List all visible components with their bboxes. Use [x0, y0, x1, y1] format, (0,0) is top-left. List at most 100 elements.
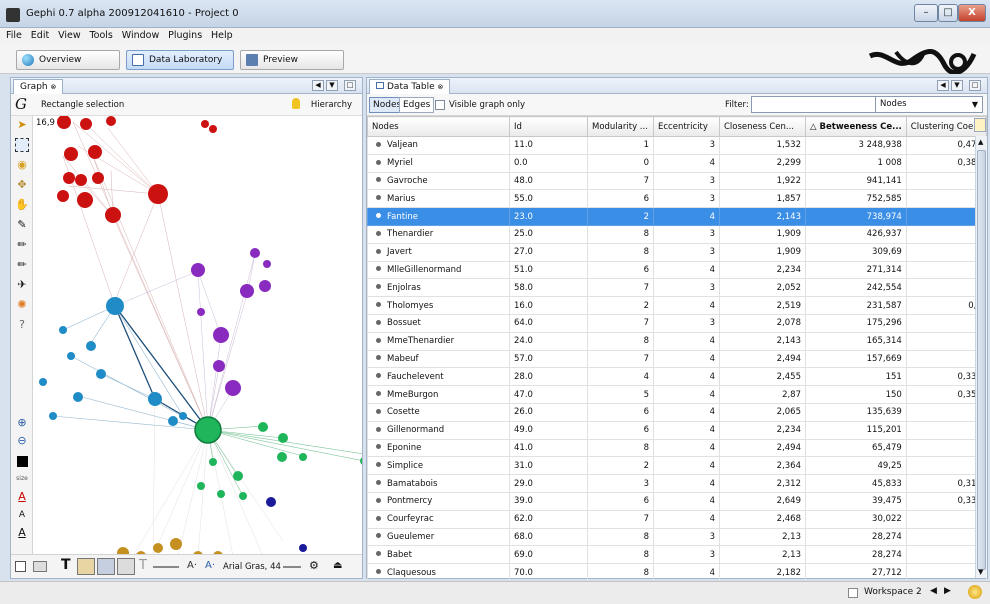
cell-eccentricity[interactable]: 4 — [653, 207, 720, 226]
cell-eccentricity[interactable]: 4 — [653, 474, 720, 493]
cell-id[interactable]: 0.0 — [509, 153, 588, 173]
cell-id[interactable]: 28.0 — [509, 367, 588, 387]
cell-node[interactable]: Babet — [367, 545, 510, 565]
column-header-id[interactable]: Id — [509, 116, 588, 137]
cell-id[interactable]: 39.0 — [509, 491, 588, 511]
cell-modularity[interactable]: 8 — [587, 224, 654, 244]
cell-closeness[interactable]: 2,143 — [719, 331, 806, 351]
cell-closeness[interactable]: 2,312 — [719, 474, 806, 493]
cell-node[interactable]: Simplice — [367, 456, 510, 476]
cell-id[interactable]: 27.0 — [509, 242, 588, 262]
cell-betweeness[interactable]: 231,587 — [805, 296, 907, 315]
cell-node[interactable]: Cosette — [367, 402, 510, 422]
table-row[interactable]: MmeBurgon 47.0 5 4 2,87 150 0,355 — [367, 385, 987, 404]
workspace-next-icon[interactable]: ▶ — [944, 586, 951, 596]
cell-eccentricity[interactable]: 4 — [653, 420, 720, 440]
preview-button[interactable]: Preview — [240, 50, 344, 70]
fullscreen-icon[interactable] — [15, 561, 26, 572]
cell-betweeness[interactable]: 426,937 — [805, 224, 907, 244]
scroll-up-icon[interactable]: ▲ — [978, 138, 983, 146]
cell-eccentricity[interactable]: 4 — [653, 385, 720, 404]
cell-node[interactable]: MmeBurgon — [367, 385, 510, 404]
cell-node[interactable]: Courfeyrac — [367, 509, 510, 529]
cell-id[interactable]: 24.0 — [509, 331, 588, 351]
table-row[interactable]: Cosette26.0642,065135,6391 — [367, 402, 987, 422]
cell-node[interactable]: Tholomyes — [367, 296, 510, 315]
cell-modularity[interactable]: 7 — [587, 313, 654, 333]
zoom-in-icon[interactable]: ⊕ — [15, 416, 29, 430]
cell-closeness[interactable]: 2,143 — [719, 207, 806, 226]
font-slider[interactable] — [283, 566, 301, 568]
cell-modularity[interactable]: 7 — [587, 171, 654, 191]
table-row[interactable]: Babet69.0832,1328,2741 — [367, 545, 987, 565]
cell-id[interactable]: 57.0 — [509, 349, 588, 369]
cell-id[interactable]: 16.0 — [509, 296, 588, 315]
cell-modularity[interactable]: 2 — [587, 207, 654, 226]
cell-closeness[interactable]: 2,052 — [719, 278, 806, 298]
cell-betweeness[interactable]: 28,274 — [805, 545, 907, 565]
screenshot-icon[interactable] — [33, 561, 47, 572]
cell-node[interactable]: Gillenormand — [367, 420, 510, 440]
heat-map-icon[interactable]: ✺ — [15, 298, 29, 312]
workspace-label[interactable]: Workspace 2 — [864, 587, 922, 597]
menu-view[interactable]: View — [58, 28, 81, 44]
cell-betweeness[interactable]: 165,314 — [805, 331, 907, 351]
cell-betweeness[interactable]: 27,712 — [805, 563, 907, 582]
cell-node[interactable]: MmeThenardier — [367, 331, 510, 351]
cell-closeness[interactable]: 1,857 — [719, 189, 806, 209]
settings-icon[interactable]: ⚙ — [309, 559, 319, 572]
cell-id[interactable]: 48.0 — [509, 171, 588, 191]
cell-eccentricity[interactable]: 3 — [653, 313, 720, 333]
cell-closeness[interactable]: 2,234 — [719, 420, 806, 440]
cell-betweeness[interactable]: 941,141 — [805, 171, 907, 191]
cell-modularity[interactable]: 2 — [587, 456, 654, 476]
text-slider[interactable] — [153, 566, 179, 568]
cell-betweeness[interactable]: 150 — [805, 385, 907, 404]
maximize-button[interactable]: □ — [938, 4, 958, 22]
cell-eccentricity[interactable]: 4 — [653, 491, 720, 511]
cell-modularity[interactable]: 6 — [587, 491, 654, 511]
edges-toggle[interactable]: Edges — [399, 97, 435, 113]
table-row[interactable]: Javert27.0831,909309,691 — [367, 242, 987, 262]
cell-eccentricity[interactable]: 3 — [653, 527, 720, 547]
hierarchy-button[interactable]: Hierarchy — [311, 100, 352, 110]
tab-data-table[interactable]: Data Table ⊗ — [369, 79, 451, 94]
cell-id[interactable]: 55.0 — [509, 189, 588, 209]
font-size-icon[interactable]: A· — [205, 560, 215, 571]
cell-id[interactable]: 23.0 — [509, 207, 588, 226]
cell-modularity[interactable]: 8 — [587, 527, 654, 547]
label-font-icon[interactable]: A — [15, 526, 29, 540]
cell-closeness[interactable]: 2,078 — [719, 313, 806, 333]
edge-toggle-icon[interactable] — [117, 558, 135, 575]
filter-column-select[interactable]: Nodes ▼ — [875, 96, 983, 113]
cell-node[interactable]: Thenardier — [367, 224, 510, 244]
notification-icon[interactable] — [968, 585, 982, 599]
font-color-icon[interactable]: A· — [187, 560, 197, 571]
lasso-icon[interactable]: ◉ — [15, 158, 29, 172]
cell-modularity[interactable]: 0 — [587, 153, 654, 173]
cell-node[interactable]: Claquesous — [367, 563, 510, 582]
cell-modularity[interactable]: 7 — [587, 278, 654, 298]
table-row[interactable]: Thenardier25.0831,909426,9371 — [367, 224, 987, 244]
background-color-icon[interactable] — [17, 456, 28, 467]
cell-betweeness[interactable]: 28,274 — [805, 527, 907, 547]
tab-maximize-icon[interactable]: □ — [344, 80, 356, 91]
cell-id[interactable]: 62.0 — [509, 509, 588, 529]
cell-betweeness[interactable]: 3 248,938 — [805, 136, 907, 155]
cell-eccentricity[interactable]: 3 — [653, 171, 720, 191]
drag-icon[interactable]: ✋ — [15, 198, 29, 212]
cell-modularity[interactable]: 3 — [587, 474, 654, 493]
cell-betweeness[interactable]: 738,974 — [805, 207, 907, 226]
menu-window[interactable]: Window — [122, 28, 159, 44]
cell-modularity[interactable]: 6 — [587, 189, 654, 209]
cell-betweeness[interactable]: 1 008 — [805, 153, 907, 173]
shortest-path-icon[interactable]: ✈ — [15, 278, 29, 292]
cell-betweeness[interactable]: 65,479 — [805, 438, 907, 458]
cell-id[interactable]: 69.0 — [509, 545, 588, 565]
cell-eccentricity[interactable]: 4 — [653, 331, 720, 351]
table-row[interactable]: MlleGillenormand51.0642,234271,3141 — [367, 260, 987, 280]
cell-modularity[interactable]: 4 — [587, 367, 654, 387]
cell-closeness[interactable]: 2,13 — [719, 527, 806, 547]
expand-icon[interactable]: ⏏ — [333, 560, 342, 571]
table-row[interactable]: Marius55.0631,857752,5851 — [367, 189, 987, 209]
